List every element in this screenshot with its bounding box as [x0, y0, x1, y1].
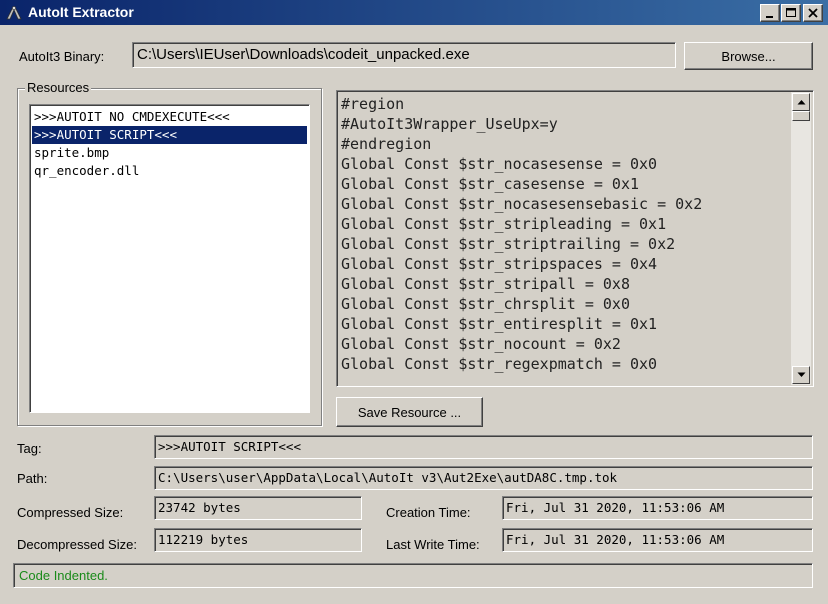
status-text: Code Indented.	[19, 568, 108, 583]
scroll-up-button[interactable]	[792, 93, 810, 111]
creation-time-label: Creation Time:	[386, 505, 471, 520]
title-bar[interactable]: AutoIt Extractor	[0, 0, 828, 26]
list-item[interactable]: >>>AUTOIT NO CMDEXECUTE<<<	[32, 108, 307, 126]
minimize-icon	[766, 16, 773, 18]
scroll-thumb[interactable]	[792, 111, 810, 121]
arrow-down-icon	[797, 372, 806, 377]
code-line: Global Const $str_stripall = 0x8	[341, 275, 630, 293]
last-write-time-label: Last Write Time:	[386, 537, 480, 552]
binary-label: AutoIt3 Binary:	[19, 49, 105, 64]
path-field[interactable]: C:\Users\user\AppData\Local\AutoIt v3\Au…	[154, 466, 813, 490]
code-line: #endregion	[341, 135, 432, 153]
binary-path-field[interactable]: C:\Users\IEUser\Downloads\codeit_unpacke…	[132, 42, 676, 68]
scroll-down-button[interactable]	[792, 366, 810, 384]
compressed-size-label: Compressed Size:	[17, 505, 124, 520]
code-line: Global Const $str_nocasesense = 0x0	[341, 155, 658, 173]
code-line: Global Const $str_regexpmatch = 0x0	[341, 355, 658, 373]
resources-list[interactable]: >>>AUTOIT NO CMDEXECUTE<<< >>>AUTOIT SCR…	[29, 104, 310, 413]
code-line: #region	[341, 95, 405, 113]
code-line: Global Const $str_nocasesensebasic = 0x2	[341, 195, 703, 213]
decompressed-size-field[interactable]: 112219 bytes	[154, 528, 362, 552]
list-item[interactable]: qr_encoder.dll	[32, 162, 307, 180]
autoit-app-icon	[6, 6, 22, 20]
status-bar: Code Indented.	[13, 563, 813, 588]
code-scrollbar[interactable]	[791, 92, 811, 385]
code-line: Global Const $str_stripspaces = 0x4	[341, 255, 658, 273]
resources-group-title: Resources	[25, 80, 92, 95]
tag-field[interactable]: >>>AUTOIT SCRIPT<<<	[154, 435, 813, 459]
code-line: Global Const $str_nocount = 0x2	[341, 335, 621, 353]
code-viewer[interactable]: #region #AutoIt3Wrapper_UseUpx=y #endreg…	[336, 90, 814, 387]
close-icon	[808, 8, 818, 18]
code-line: Global Const $str_entiresplit = 0x1	[341, 315, 658, 333]
save-resource-button[interactable]: Save Resource ...	[336, 397, 483, 427]
browse-button[interactable]: Browse...	[684, 42, 813, 70]
arrow-up-icon	[797, 100, 806, 105]
compressed-size-field[interactable]: 23742 bytes	[154, 496, 362, 520]
last-write-time-field[interactable]: Fri, Jul 31 2020, 11:53:06 AM	[502, 528, 813, 552]
decompressed-size-label: Decompressed Size:	[17, 537, 137, 552]
list-item[interactable]: >>>AUTOIT SCRIPT<<<	[32, 126, 307, 144]
code-line: Global Const $str_casesense = 0x1	[341, 175, 640, 193]
list-item[interactable]: sprite.bmp	[32, 144, 307, 162]
tag-label: Tag:	[17, 441, 42, 456]
creation-time-field[interactable]: Fri, Jul 31 2020, 11:53:06 AM	[502, 496, 813, 520]
code-lines: #region #AutoIt3Wrapper_UseUpx=y #endreg…	[341, 94, 702, 374]
maximize-icon	[786, 8, 796, 17]
close-button[interactable]	[803, 4, 823, 22]
code-line: Global Const $str_stripleading = 0x1	[341, 215, 667, 233]
minimize-button[interactable]	[760, 4, 780, 22]
maximize-button[interactable]	[781, 4, 801, 22]
path-label: Path:	[17, 471, 48, 486]
code-line: Global Const $str_striptrailing = 0x2	[341, 235, 676, 253]
window-title: AutoIt Extractor	[28, 4, 134, 20]
code-line: Global Const $str_chrsplit = 0x0	[341, 295, 630, 313]
code-line: #AutoIt3Wrapper_UseUpx=y	[341, 115, 558, 133]
